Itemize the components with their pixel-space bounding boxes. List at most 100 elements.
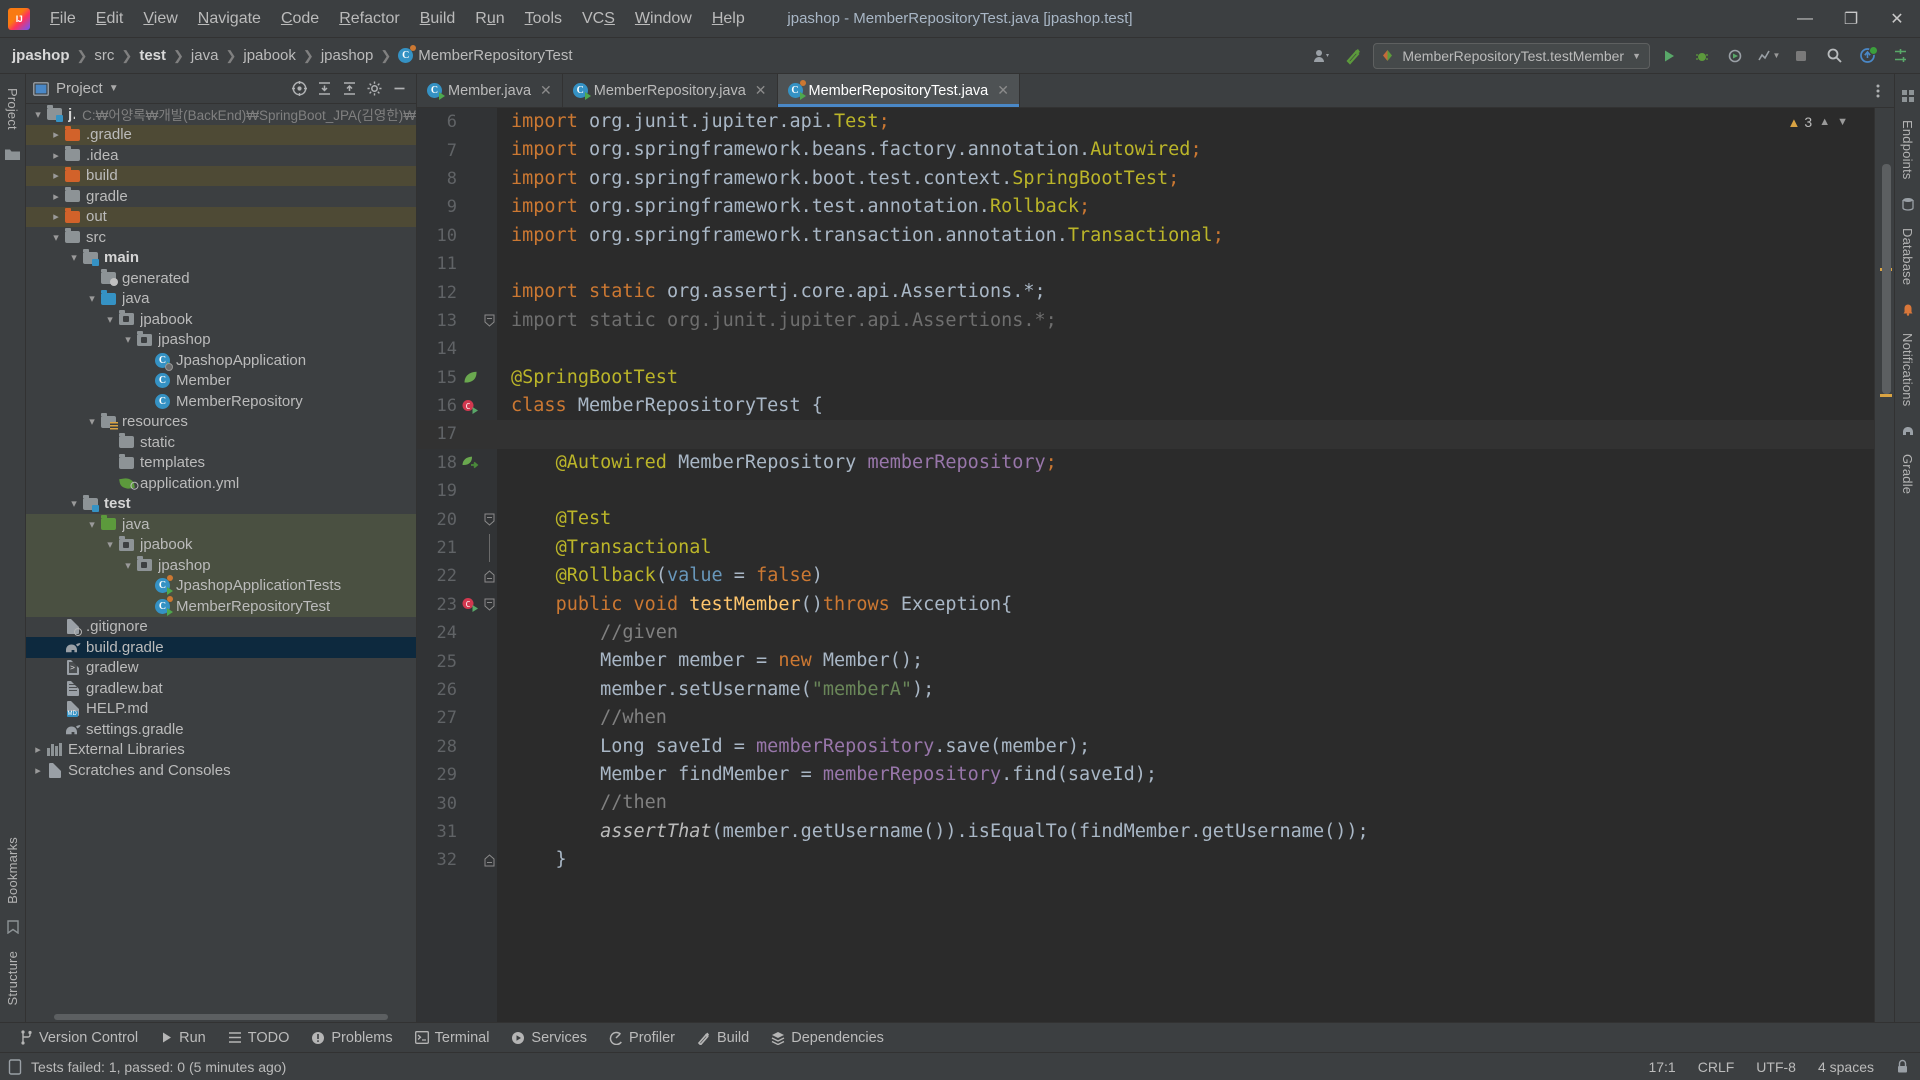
expand-arrow-icon[interactable]: ▸ — [48, 149, 64, 162]
tree-node-build[interactable]: ▸ build — [26, 165, 416, 186]
code-line-25[interactable]: Member member = new Member(); — [511, 647, 1874, 675]
gutter-line-16[interactable]: 16 C — [417, 392, 497, 420]
gutter-line-21[interactable]: 21 — [417, 534, 497, 563]
code-line-7[interactable]: import org.springframework.beans.factory… — [511, 136, 1874, 164]
editor-tab-memberrepositorytest-java[interactable]: C MemberRepositoryTest.java ✕ — [777, 74, 1020, 107]
editor-scrollbar-thumb[interactable] — [1882, 164, 1891, 394]
code-line-28[interactable]: Long saveId = memberRepository.save(memb… — [511, 733, 1874, 761]
tree-node-help-md[interactable]: MD HELP.md — [26, 699, 416, 720]
close-icon[interactable]: ✕ — [540, 82, 552, 99]
collapse-arrow-icon[interactable]: ▾ — [84, 292, 100, 305]
tree-node-application-yml[interactable]: application.yml — [26, 473, 416, 494]
editor-tab-memberrepository-java[interactable]: C MemberRepository.java ✕ — [563, 74, 778, 107]
stop-icon[interactable] — [1787, 43, 1815, 69]
tree-node-out[interactable]: ▸ out — [26, 206, 416, 227]
gutter-line-13[interactable]: 13 — [417, 307, 497, 335]
code-line-14[interactable] — [511, 335, 1874, 363]
menu-window[interactable]: Window — [625, 6, 702, 32]
gutter-line-11[interactable]: 11 — [417, 250, 497, 278]
collapse-arrow-icon[interactable]: ▾ — [30, 108, 46, 121]
code-line-11[interactable] — [511, 250, 1874, 278]
code-line-23[interactable]: public void testMember()throws Exception… — [511, 591, 1874, 619]
menu-code[interactable]: Code — [271, 6, 329, 32]
close-icon[interactable]: ✕ — [997, 82, 1009, 99]
close-button[interactable]: ✕ — [1874, 0, 1920, 38]
gutter-line-10[interactable]: 10 — [417, 222, 497, 250]
gutter-line-29[interactable]: 29 — [417, 761, 497, 789]
spring-config-gutter-icon[interactable] — [462, 369, 479, 386]
collapse-arrow-icon[interactable]: ▾ — [84, 518, 100, 531]
line-separator[interactable]: CRLF — [1687, 1057, 1746, 1077]
code-line-32[interactable]: } — [511, 846, 1874, 874]
breadcrumb-item-2[interactable]: test — [133, 45, 172, 66]
tree-node--gitignore[interactable]: .gitignore — [26, 617, 416, 638]
tool-window-button-services[interactable]: Services — [500, 1027, 598, 1049]
indent-setting[interactable]: 4 spaces — [1807, 1057, 1885, 1077]
tool-window-button-project[interactable]: Project — [5, 80, 20, 138]
hide-panel-icon[interactable] — [388, 78, 410, 100]
tool-window-button-version-control[interactable]: Version Control — [8, 1027, 149, 1049]
code-line-15[interactable]: @SpringBootTest — [511, 364, 1874, 392]
gutter-line-7[interactable]: 7 — [417, 136, 497, 164]
tool-window-button-run[interactable]: Run — [149, 1027, 217, 1049]
chevron-down-icon[interactable]: ▼ — [1837, 116, 1848, 128]
fold-end-icon[interactable] — [481, 854, 497, 867]
code-line-30[interactable]: //then — [511, 789, 1874, 817]
breadcrumb-item-5[interactable]: jpashop — [315, 45, 380, 66]
collapse-all-icon[interactable] — [338, 78, 360, 100]
run-test-method-gutter-icon[interactable]: C — [461, 596, 479, 613]
project-tree-horizontal-scrollbar[interactable] — [26, 1012, 416, 1022]
more-tool-windows-icon[interactable] — [1899, 87, 1917, 105]
menu-run[interactable]: Run — [465, 6, 514, 32]
gutter-line-24[interactable]: 24 — [417, 619, 497, 647]
collapse-arrow-icon[interactable]: ▾ — [66, 251, 82, 264]
profiler-icon[interactable]: ▼ — [1754, 43, 1782, 69]
gutter-line-18[interactable]: 18 — [417, 449, 497, 477]
run-test-class-gutter-icon[interactable]: C — [461, 398, 479, 415]
menu-vcs[interactable]: VCS — [572, 6, 625, 32]
tree-node-resources[interactable]: ▾ resources — [26, 412, 416, 433]
tree-node-jpashopapplication[interactable]: C JpashopApplication — [26, 350, 416, 371]
settings-icon[interactable] — [1886, 43, 1914, 69]
analysis-scrollbar[interactable] — [1874, 108, 1894, 1022]
tree-node-settings-gradle[interactable]: settings.gradle — [26, 719, 416, 740]
breadcrumb-item-0[interactable]: jpashop — [6, 45, 76, 66]
gutter-line-17[interactable]: 17 — [417, 420, 497, 449]
breadcrumb-item-6[interactable]: C MemberRepositoryTest — [392, 45, 578, 66]
maximize-button[interactable]: ❐ — [1828, 0, 1874, 38]
code-text[interactable]: import org.junit.jupiter.api.Test; import… — [497, 108, 1874, 1022]
code-line-24[interactable]: //given — [511, 619, 1874, 647]
code-editor[interactable]: 6 7 8 9 10 11 12 13 14 15 16 C 17 18 19 20 21 22 23 C 24 25 26… — [417, 108, 1894, 1022]
code-line-27[interactable]: //when — [511, 704, 1874, 732]
code-line-18[interactable]: @Autowired MemberRepository memberReposi… — [511, 449, 1874, 477]
tool-window-button-profiler[interactable]: Profiler — [598, 1027, 686, 1049]
gradle-elephant-icon[interactable] — [1899, 421, 1917, 439]
tree-node-templates[interactable]: templates — [26, 453, 416, 474]
expand-arrow-icon[interactable]: ▸ — [48, 190, 64, 203]
tree-node-jpabook[interactable]: ▾ jpabook — [26, 309, 416, 330]
gutter-line-23[interactable]: 23 C — [417, 591, 497, 619]
tree-node-java[interactable]: ▾ java — [26, 289, 416, 310]
tool-window-button-database[interactable]: Database — [1900, 220, 1915, 293]
expand-arrow-icon[interactable]: ▸ — [30, 743, 46, 756]
run-with-coverage-icon[interactable] — [1721, 43, 1749, 69]
gear-icon[interactable] — [363, 78, 385, 100]
tree-node-src[interactable]: ▾ src — [26, 227, 416, 248]
tool-window-button-dependencies[interactable]: Dependencies — [760, 1027, 895, 1049]
expand-all-icon[interactable] — [313, 78, 335, 100]
run-icon[interactable] — [1655, 43, 1683, 69]
menu-help[interactable]: Help — [702, 6, 755, 32]
gutter-line-22[interactable]: 22 — [417, 562, 497, 590]
code-line-19[interactable] — [511, 477, 1874, 505]
code-line-21[interactable]: @Transactional — [511, 534, 1874, 562]
tree-node--gradle[interactable]: ▸ .gradle — [26, 124, 416, 145]
collapse-arrow-icon[interactable]: ▾ — [120, 559, 136, 572]
breadcrumb-item-3[interactable]: java — [185, 45, 225, 66]
tree-node-gradlew[interactable]: > gradlew — [26, 658, 416, 679]
code-line-10[interactable]: import org.springframework.transaction.a… — [511, 222, 1874, 250]
tree-node-member[interactable]: C Member — [26, 371, 416, 392]
tree-node-gradlew-bat[interactable]: gradlew.bat — [26, 678, 416, 699]
user-account-icon[interactable] — [1307, 43, 1335, 69]
chevron-down-icon[interactable]: ▼ — [109, 83, 119, 94]
warning-marker[interactable] — [1880, 394, 1892, 397]
